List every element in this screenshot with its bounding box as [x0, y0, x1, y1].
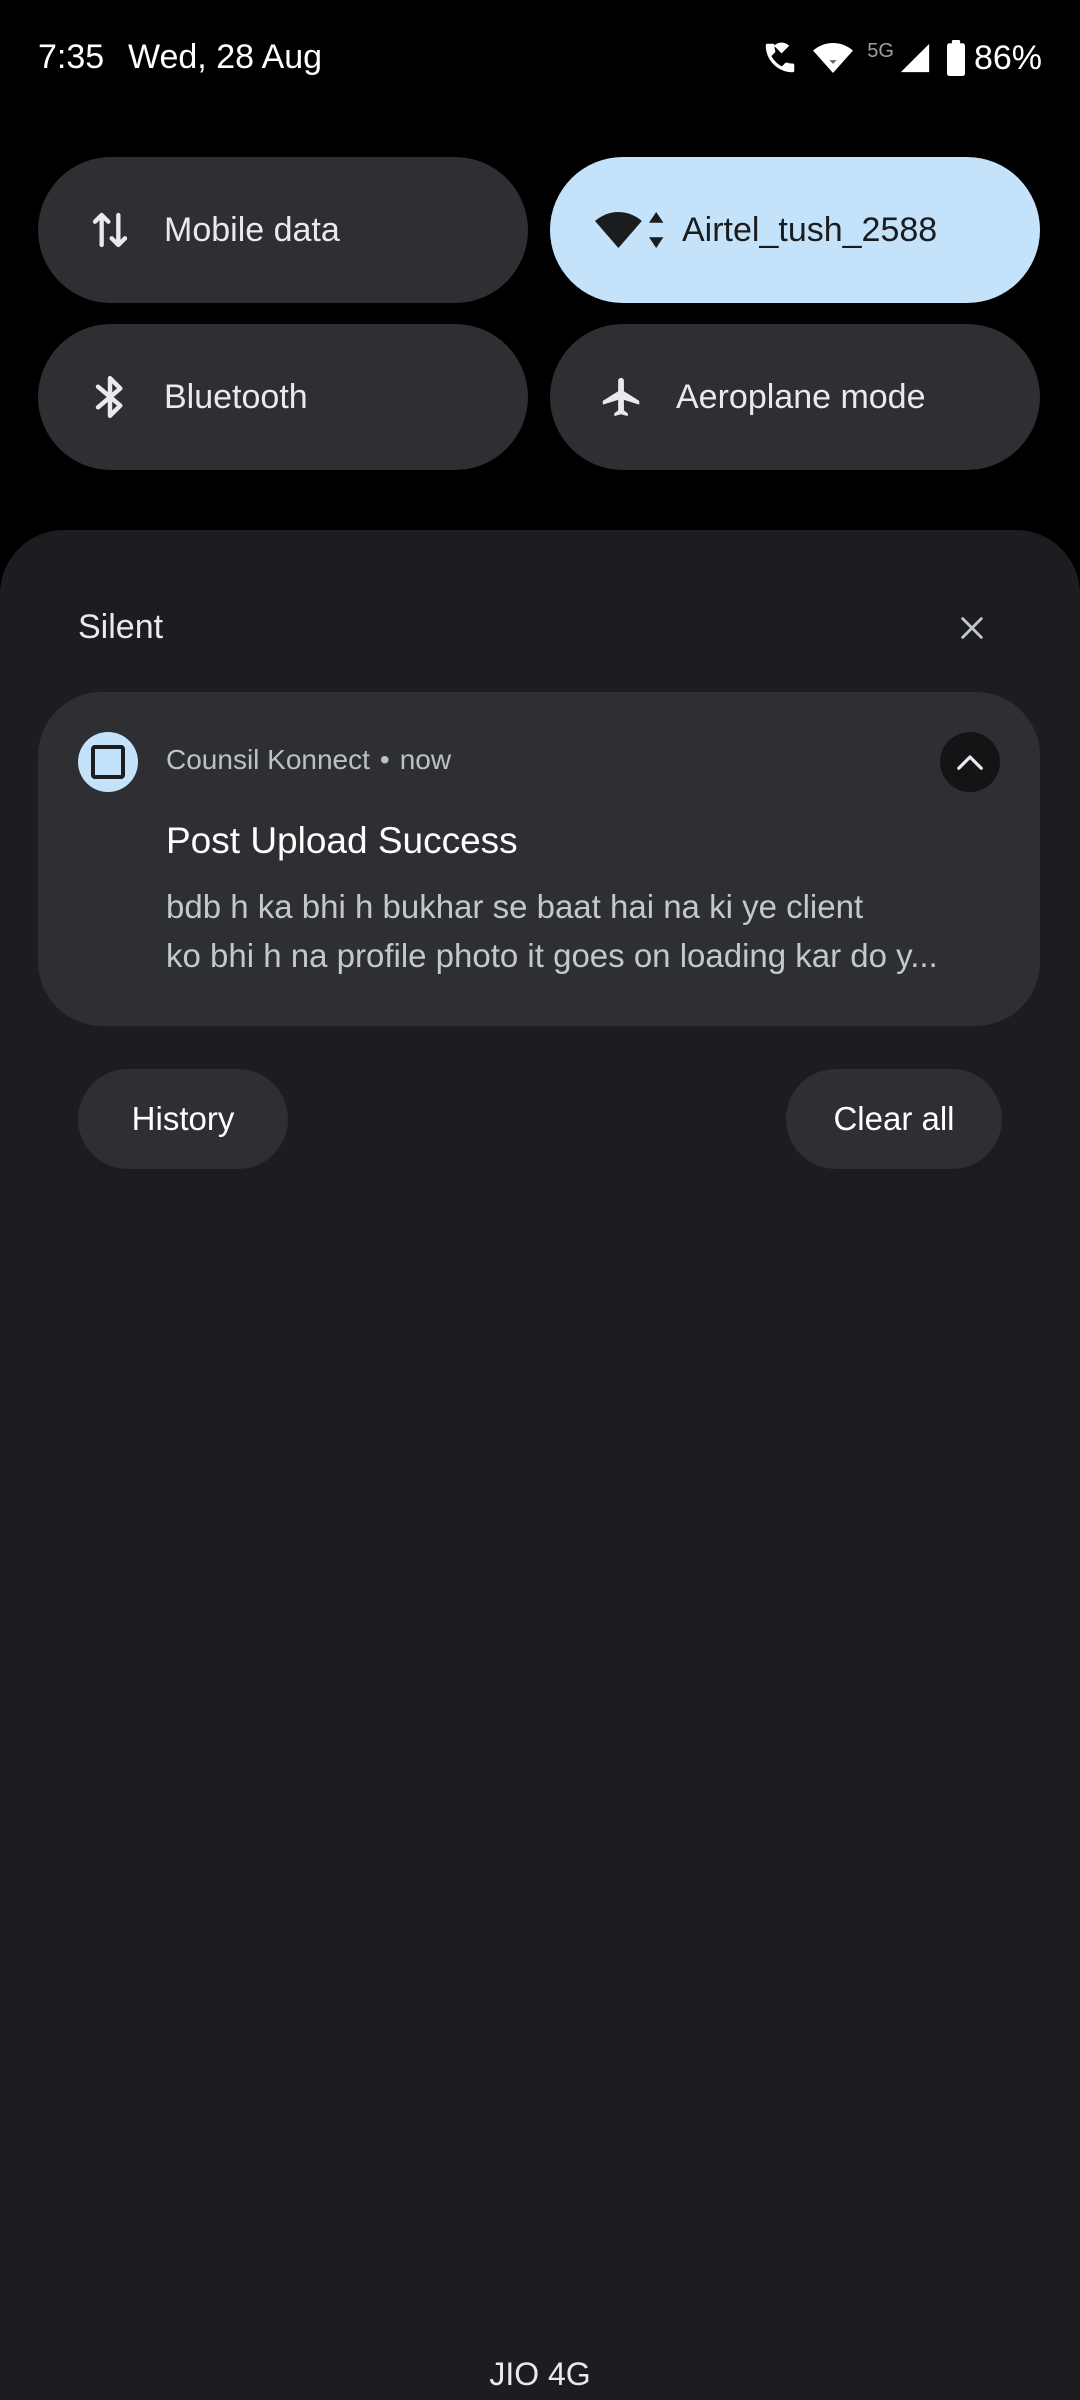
- app-icon: [78, 732, 138, 792]
- notification-card[interactable]: Counsil Konnect • now Post Upload Succes…: [38, 692, 1040, 1026]
- cell-signal-icon: [898, 41, 932, 75]
- close-icon[interactable]: [944, 600, 1000, 656]
- notification-header: Counsil Konnect • now: [166, 744, 451, 776]
- wifi-calling-icon: [761, 39, 799, 77]
- clear-all-button[interactable]: Clear all: [786, 1069, 1002, 1169]
- notification-body-line: ko bhi h na profile photo it goes on loa…: [166, 937, 938, 974]
- tile-label: Aeroplane mode: [676, 377, 926, 416]
- status-time: 7:35: [38, 38, 105, 76]
- battery-icon: [946, 40, 966, 76]
- notification-title: Post Upload Success: [166, 820, 518, 861]
- status-bar: 7:35 Wed, 28 Aug 5G 86%: [0, 0, 1080, 120]
- status-icons: 5G 86%: [761, 34, 1042, 82]
- tile-label: Bluetooth: [164, 377, 308, 416]
- wifi-icon: [594, 202, 668, 258]
- tile-aeroplane-mode[interactable]: Aeroplane mode: [550, 324, 1040, 470]
- carrier-label: JIO 4G: [489, 2356, 591, 2392]
- bluetooth-icon: [82, 369, 138, 425]
- notification-body-line: bdb h ka bhi h bukhar se baat hai na ki …: [166, 888, 864, 925]
- network-type-label: 5G: [867, 39, 894, 62]
- wifi-icon: [813, 40, 854, 76]
- header-separator: •: [379, 744, 390, 775]
- notification-time: now: [399, 744, 452, 775]
- tile-mobile-data[interactable]: Mobile data: [38, 157, 528, 303]
- square-icon: [91, 745, 125, 779]
- data-arrows-icon: [82, 202, 138, 258]
- tile-wifi[interactable]: Airtel_tush_2588: [550, 157, 1040, 303]
- collapse-button[interactable]: [940, 732, 1000, 792]
- notification-shade-screen: 7:35 Wed, 28 Aug 5G 86% Mobile data Airt…: [0, 0, 1080, 2400]
- chevron-up-icon: [957, 755, 983, 770]
- airplane-icon: [594, 369, 650, 425]
- status-date: Wed, 28 Aug: [128, 38, 323, 76]
- section-title: Silent: [78, 608, 164, 646]
- notification-body: bdb h ka bhi h bukhar se baat hai na ki …: [166, 882, 1026, 980]
- battery-percent: 86%: [973, 38, 1042, 77]
- history-button[interactable]: History: [78, 1069, 288, 1169]
- app-name: Counsil Konnect: [166, 744, 370, 775]
- tile-bluetooth[interactable]: Bluetooth: [38, 324, 528, 470]
- tile-label: Airtel_tush_2588: [682, 210, 938, 249]
- tile-label: Mobile data: [164, 210, 340, 249]
